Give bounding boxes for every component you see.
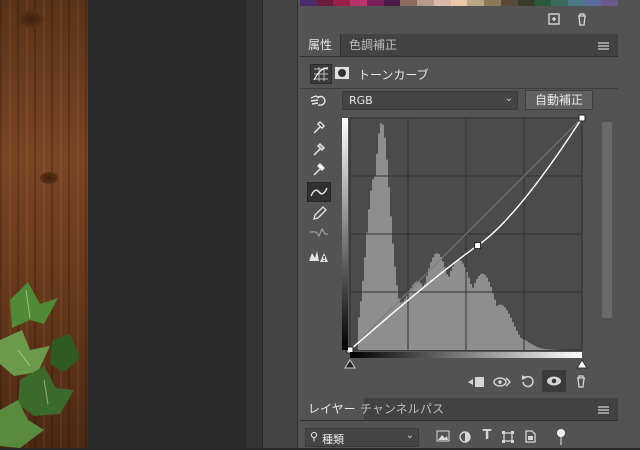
view-previous-state-icon[interactable] — [492, 374, 512, 390]
canvas-area — [88, 0, 246, 448]
swatch[interactable] — [434, 0, 451, 6]
swatch[interactable] — [501, 0, 518, 6]
visibility-eye-icon[interactable] — [542, 370, 566, 392]
auto-button[interactable]: 自動補正 — [525, 90, 593, 110]
swatch[interactable] — [584, 0, 601, 6]
black-point-slider[interactable] — [345, 360, 355, 368]
clipping-warning-icon[interactable] — [307, 247, 329, 265]
input-gradient-bar — [350, 352, 582, 358]
ivy-leaves-image — [0, 280, 88, 448]
swatch[interactable] — [350, 0, 367, 6]
swatch[interactable] — [384, 0, 401, 6]
swatch[interactable] — [467, 0, 484, 6]
eyedropper-gray-icon[interactable] — [308, 140, 330, 158]
wood-background-image — [0, 0, 88, 448]
channel-value: RGB — [349, 94, 373, 107]
swatch[interactable] — [568, 0, 585, 6]
curves-adjustment-icon — [310, 64, 332, 84]
curve-point[interactable] — [475, 243, 481, 249]
filter-toggle-icon[interactable] — [554, 428, 568, 446]
curves-graph[interactable] — [342, 114, 592, 372]
filter-adjustment-icon[interactable] — [457, 430, 473, 444]
swatch[interactable] — [451, 0, 468, 6]
chevron-down-icon: ⌄ — [505, 93, 513, 104]
channel-select[interactable]: RGB ⌄ — [342, 91, 518, 110]
layer-mask-icon[interactable] — [333, 64, 351, 82]
filter-type-icon[interactable]: T — [479, 428, 495, 444]
layer-filter-select[interactable]: ⚲ 種類 ⌄ — [305, 428, 419, 447]
swatch[interactable] — [518, 0, 535, 6]
tab-paths[interactable]: パス — [412, 398, 452, 420]
hand-icon[interactable] — [307, 92, 329, 110]
panel-dock-strip — [262, 0, 298, 448]
filter-image-icon[interactable] — [435, 430, 451, 444]
swatch[interactable] — [333, 0, 350, 6]
output-gradient-bar — [342, 118, 348, 350]
canvas-gutter — [246, 0, 262, 448]
swatch[interactable] — [367, 0, 384, 6]
swatch[interactable] — [601, 0, 618, 6]
panel-menu-icon[interactable] — [598, 42, 609, 50]
swatch[interactable] — [534, 0, 551, 6]
layers-menu-icon[interactable] — [598, 406, 609, 414]
swatch[interactable] — [484, 0, 501, 6]
adjustment-title: トーンカーブ — [358, 66, 429, 83]
swatch[interactable] — [300, 0, 317, 6]
trash-icon[interactable] — [574, 12, 590, 28]
eyedropper-black-icon[interactable] — [308, 118, 330, 136]
divider — [300, 88, 618, 89]
delete-adjustment-icon[interactable] — [572, 374, 590, 390]
reset-icon[interactable] — [518, 374, 538, 390]
eyedropper-white-icon[interactable] — [308, 160, 330, 178]
properties-footer — [300, 370, 618, 394]
swatch[interactable] — [317, 0, 334, 6]
white-point-slider[interactable] — [577, 360, 587, 368]
filter-smartobject-icon[interactable] — [522, 429, 538, 445]
tab-properties[interactable]: 属性 — [300, 34, 340, 56]
curve-point[interactable] — [579, 115, 585, 121]
swatch[interactable] — [400, 0, 417, 6]
curve-tool-icon[interactable] — [307, 182, 331, 202]
tab-adjustments[interactable]: 色調補正 — [340, 34, 405, 56]
chevron-down-icon: ⌄ — [406, 430, 414, 441]
swatches-row[interactable] — [300, 0, 618, 6]
filter-shape-icon[interactable] — [500, 430, 516, 444]
pencil-icon[interactable] — [308, 204, 330, 222]
layers-tabbar: レイヤー チャンネル パス — [300, 398, 618, 421]
search-icon: ⚲ — [310, 430, 318, 443]
clip-to-layer-icon[interactable] — [466, 374, 486, 390]
filter-label: 種類 — [322, 431, 344, 447]
swatch[interactable] — [417, 0, 434, 6]
new-swatch-icon[interactable] — [546, 12, 562, 28]
properties-tabbar: 属性 色調補正 — [300, 34, 618, 57]
scrollbar[interactable] — [602, 122, 612, 318]
smooth-icon[interactable] — [308, 225, 330, 243]
swatch[interactable] — [551, 0, 568, 6]
